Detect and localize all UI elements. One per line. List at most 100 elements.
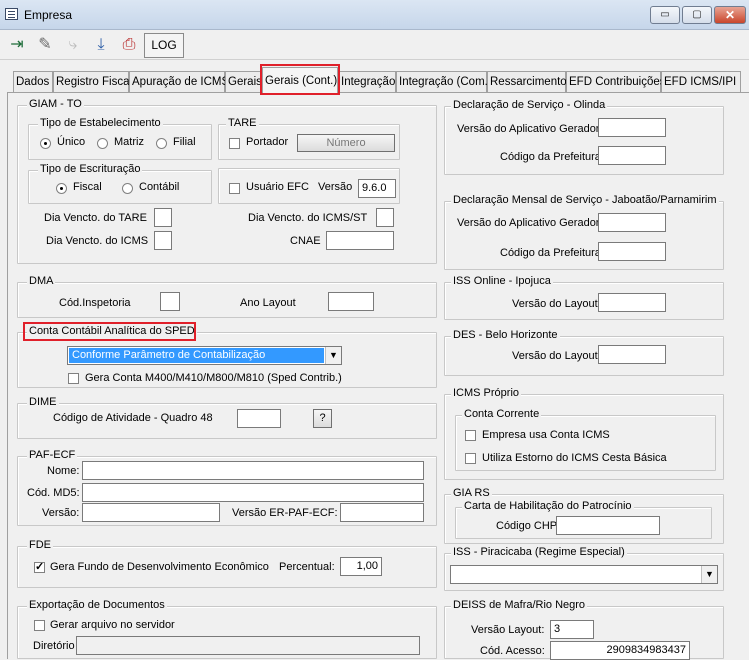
paf-nome-input[interactable]	[82, 461, 424, 480]
deiss-cod-label: Cód. Acesso:	[480, 645, 545, 657]
tab-gerais[interactable]: Gerais	[225, 71, 262, 92]
radio-unico[interactable]	[40, 138, 51, 149]
cod-insp-input[interactable]	[160, 292, 180, 311]
radio-contabil[interactable]	[122, 183, 133, 194]
jaboatao-versao-input[interactable]	[598, 213, 666, 232]
dia-icms-st-input[interactable]	[376, 208, 394, 227]
jaboatao-group	[444, 201, 724, 270]
fde-checkbox[interactable]	[34, 560, 45, 573]
export-title: Exportação de Documentos	[27, 599, 167, 611]
percentual-input[interactable]: 1,00	[340, 557, 382, 576]
maximize-icon: ▢	[692, 9, 702, 20]
chevron-down-icon[interactable]: ▼	[701, 566, 717, 583]
usuario-efc-checkbox[interactable]	[229, 183, 240, 194]
estorno-label: Utiliza Estorno do ICMS Cesta Básica	[482, 452, 667, 464]
tab-efd-icms-ipi[interactable]: EFD ICMS/IPI	[661, 71, 741, 92]
toolbar: ⇥ ✎ ⤷ ⤓ ⎙ LOG	[0, 30, 749, 60]
numero-button[interactable]: Número	[297, 134, 395, 152]
olinda-versao-input[interactable]	[598, 118, 666, 137]
estorno-checkbox[interactable]	[465, 453, 476, 464]
piracicaba-title: ISS - Piracicaba (Regime Especial)	[451, 546, 627, 558]
radio-filial-label: Filial	[173, 136, 196, 148]
empresa-conta-icms-checkbox[interactable]	[465, 430, 476, 441]
log-button[interactable]: LOG	[144, 33, 184, 58]
dia-icms-input[interactable]	[154, 231, 172, 250]
deiss-versao-label: Versão Layout:	[471, 624, 545, 636]
gerar-arquivo-checkbox[interactable]	[34, 620, 45, 631]
carta-title: Carta de Habilitação do Patrocínio	[462, 500, 634, 512]
minimize-button[interactable]: ▭	[650, 6, 680, 24]
diretorio-input[interactable]	[76, 636, 420, 655]
portador-checkbox[interactable]	[229, 138, 240, 149]
tab-integracao[interactable]: Integração	[338, 71, 396, 92]
tab-efd-contribuicoes[interactable]: EFD Contribuições	[566, 71, 666, 92]
sped-highlight	[23, 322, 196, 341]
window-title: Empresa	[24, 8, 73, 22]
tipo-estab-title: Tipo de Estabelecimento	[38, 117, 163, 129]
tab-ressarcimento[interactable]: Ressarcimento	[487, 71, 567, 92]
paf-versao-input[interactable]	[82, 503, 220, 522]
eraser-icon[interactable]: ✎	[33, 33, 57, 57]
paf-versao-er-input[interactable]	[340, 503, 424, 522]
ipojuca-versao-input[interactable]	[598, 293, 666, 312]
tab-dados[interactable]: Dados	[13, 71, 53, 92]
paf-versao-er-label: Versão ER-PAF-ECF:	[232, 507, 338, 519]
olinda-title: Declaração de Serviço - Olinda	[451, 99, 608, 111]
sped-select[interactable]: Conforme Parâmetro de Contabilização ▼	[67, 346, 342, 365]
dime-title: DIME	[27, 396, 59, 408]
exit-icon[interactable]: ⇥	[5, 33, 29, 57]
olinda-codigo-input[interactable]	[598, 146, 666, 165]
paf-title: PAF-ECF	[27, 449, 78, 461]
piracicaba-select[interactable]: ▼	[450, 565, 718, 584]
dia-tare-input[interactable]	[154, 208, 172, 227]
jaboatao-versao-label: Versão do Aplicativo Gerador	[457, 217, 600, 229]
dia-icms-label: Dia Vencto. do ICMS	[46, 235, 149, 247]
radio-filial[interactable]	[156, 138, 167, 149]
radio-fiscal-label: Fiscal	[73, 181, 102, 193]
maximize-button[interactable]: ▢	[682, 6, 712, 24]
print-icon[interactable]: ⎙	[117, 33, 141, 57]
deiss-versao-input[interactable]: 3	[550, 620, 594, 639]
chevron-down-icon[interactable]: ▼	[325, 347, 341, 364]
jaboatao-codigo-label: Código da Prefeitura	[500, 247, 601, 259]
cnae-label: CNAE	[290, 235, 321, 247]
codigo-chp-input[interactable]	[556, 516, 660, 535]
app-icon	[5, 8, 18, 20]
minimize-icon: ▭	[660, 9, 670, 20]
dime-cod-input[interactable]	[237, 409, 281, 428]
radio-contabil-label: Contábil	[139, 181, 180, 193]
cnae-input[interactable]	[326, 231, 394, 250]
radio-fiscal[interactable]	[56, 183, 67, 194]
gera-conta-checkbox[interactable]	[68, 373, 79, 384]
dime-help-button[interactable]: ?	[313, 409, 332, 428]
tab-apuracao-icms[interactable]: Apuração de ICMS	[129, 71, 229, 92]
paf-nome-label: Nome:	[47, 465, 80, 477]
tab-integracao-com[interactable]: Integração (Com.)	[396, 71, 492, 92]
ano-layout-label: Ano Layout	[240, 297, 296, 309]
versao-input[interactable]: 9.6.0	[358, 179, 396, 198]
gia-rs-title: GIA RS	[451, 487, 492, 499]
close-button[interactable]: ✕	[714, 6, 746, 24]
fde-label: Gera Fundo de Desenvolvimento Econômico	[50, 561, 269, 573]
paf-md5-input[interactable]	[82, 483, 424, 502]
paf-versao-label: Versão:	[42, 507, 80, 519]
title-bar: Empresa ▭ ▢ ✕	[0, 0, 749, 30]
deiss-cod-input[interactable]: 2909834983437	[550, 641, 690, 660]
portador-label: Portador	[246, 136, 289, 148]
dma-title: DMA	[27, 275, 56, 287]
des-bh-versao-input[interactable]	[598, 345, 666, 364]
deiss-title: DEISS de Mafra/Rio Negro	[451, 599, 588, 611]
tab-registro-fiscal[interactable]: Registro Fiscal	[53, 71, 132, 92]
usuario-efc-label: Usuário EFC	[246, 181, 309, 193]
ipojuca-title: ISS Online - Ipojuca	[451, 275, 553, 287]
jaboatao-title: Declaração Mensal de Serviço - Jaboatão/…	[451, 194, 719, 206]
disabled-action-icon[interactable]: ⤷	[61, 33, 85, 57]
ano-layout-input[interactable]	[328, 292, 374, 311]
jaboatao-codigo-input[interactable]	[598, 242, 666, 261]
radio-matriz[interactable]	[97, 138, 108, 149]
dime-cod-label: Código de Atividade - Quadro 48	[53, 412, 213, 424]
download-icon[interactable]: ⤓	[89, 33, 113, 57]
radio-unico-label: Único	[57, 136, 86, 148]
ipojuca-versao-label: Versão do Layout	[512, 298, 598, 310]
dia-icms-st-label: Dia Vencto. do ICMS/ST	[248, 212, 368, 224]
